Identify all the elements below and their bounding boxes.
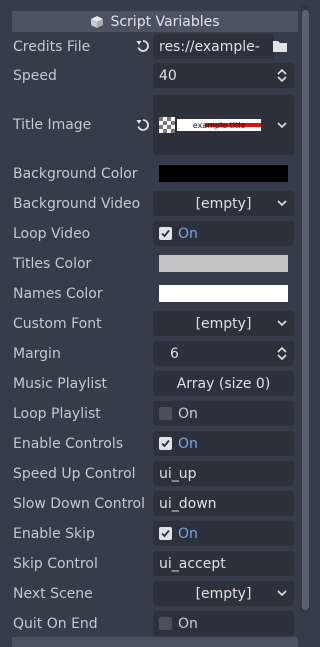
skip-control-field[interactable]: ui_accept	[153, 551, 294, 576]
row-music-playlist: Music Playlist Array (size 0)	[0, 371, 301, 396]
custom-font-value: [empty]	[195, 315, 252, 332]
speed-value: 40	[159, 67, 177, 84]
margin-label: Margin	[13, 345, 61, 362]
speed-up-control-label: Speed Up Control	[13, 465, 136, 482]
chevron-down-icon[interactable]	[277, 318, 287, 328]
slow-down-control-field[interactable]: ui_down	[153, 491, 294, 516]
background-color-swatch[interactable]	[159, 165, 288, 182]
background-video-label: Background Video	[13, 195, 141, 212]
reset-icon[interactable]	[136, 118, 150, 132]
row-loop-playlist: Loop Playlist On	[0, 401, 301, 426]
title-image-thumbnail-text: example title	[192, 120, 246, 130]
music-playlist-label: Music Playlist	[13, 375, 108, 392]
inspector-panel: Script Variables Credits File res://exam…	[0, 0, 301, 647]
speed-up-control-value: ui_up	[159, 465, 197, 482]
music-playlist-value: Array (size 0)	[176, 375, 271, 392]
checkbox-icon[interactable]	[159, 407, 172, 420]
row-names-color: Names Color	[0, 281, 301, 306]
loop-playlist-label: Loop Playlist	[13, 405, 101, 422]
custom-font-label: Custom Font	[13, 315, 102, 332]
row-quit-on-end: Quit On End On	[0, 611, 301, 636]
enable-skip-state: On	[178, 525, 198, 542]
row-speed-up-control: Speed Up Control ui_up	[0, 461, 301, 486]
spinner-icon[interactable]	[277, 68, 287, 83]
checkbox-icon[interactable]	[159, 437, 172, 450]
loop-playlist-checkbox[interactable]: On	[153, 401, 294, 426]
custom-font-picker[interactable]: [empty]	[153, 311, 294, 336]
row-slow-down-control: Slow Down Control ui_down	[0, 491, 301, 516]
speed-spinbox[interactable]: 40	[153, 63, 294, 88]
loop-video-state: On	[178, 225, 198, 242]
background-video-value: [empty]	[195, 195, 252, 212]
row-next-scene: Next Scene [empty]	[0, 581, 301, 606]
reset-icon[interactable]	[136, 39, 150, 53]
folder-icon[interactable]	[270, 37, 290, 55]
next-scene-value: [empty]	[195, 585, 252, 602]
credits-file-label: Credits File	[13, 38, 91, 55]
row-enable-controls: Enable Controls On	[0, 431, 301, 456]
next-section-header[interactable]	[12, 637, 298, 647]
row-background-color: Background Color	[0, 161, 301, 186]
row-credits-file: Credits File res://example-	[0, 34, 301, 59]
music-playlist-array-button[interactable]: Array (size 0)	[153, 371, 294, 396]
enable-skip-checkbox[interactable]: On	[153, 521, 294, 546]
titles-color-swatch[interactable]	[159, 255, 288, 272]
slow-down-control-label: Slow Down Control	[13, 495, 145, 512]
row-margin: Margin 6	[0, 341, 301, 366]
quit-on-end-checkbox[interactable]: On	[153, 611, 294, 636]
checkbox-icon[interactable]	[159, 617, 172, 630]
skip-control-value: ui_accept	[159, 555, 226, 572]
quit-on-end-label: Quit On End	[13, 615, 98, 632]
chevron-down-icon[interactable]	[277, 588, 287, 598]
row-titles-color: Titles Color	[0, 251, 301, 276]
titles-color-label: Titles Color	[13, 255, 92, 272]
row-skip-control: Skip Control ui_accept	[0, 551, 301, 576]
margin-spinbox[interactable]: 6	[153, 341, 294, 366]
background-video-picker[interactable]: [empty]	[153, 191, 294, 216]
loop-video-checkbox[interactable]: On	[153, 221, 294, 246]
chevron-down-icon[interactable]	[277, 120, 287, 130]
script-variables-header[interactable]: Script Variables	[12, 11, 298, 32]
enable-skip-label: Enable Skip	[13, 525, 95, 542]
quit-on-end-state: On	[178, 615, 198, 632]
background-color-label: Background Color	[13, 165, 138, 182]
title-image-thumbnail: example title	[177, 119, 261, 131]
enable-controls-state: On	[178, 435, 198, 452]
row-custom-font: Custom Font [empty]	[0, 311, 301, 336]
spinner-icon[interactable]	[277, 346, 287, 361]
row-enable-skip: Enable Skip On	[0, 521, 301, 546]
checker-preview-icon	[159, 117, 175, 133]
cube-icon	[91, 15, 104, 28]
loop-video-label: Loop Video	[13, 225, 91, 242]
title-image-label: Title Image	[13, 117, 92, 133]
skip-control-label: Skip Control	[13, 555, 98, 572]
chevron-down-icon[interactable]	[277, 198, 287, 208]
loop-playlist-state: On	[178, 405, 198, 422]
names-color-swatch[interactable]	[159, 285, 288, 302]
speed-up-control-field[interactable]: ui_up	[153, 461, 294, 486]
row-loop-video: Loop Video On	[0, 221, 301, 246]
credits-file-value: res://example-	[159, 38, 260, 55]
credits-file-path-field[interactable]: res://example-	[153, 34, 274, 59]
next-scene-label: Next Scene	[13, 585, 93, 602]
next-scene-picker[interactable]: [empty]	[153, 581, 294, 606]
margin-value: 6	[170, 345, 179, 362]
checkbox-icon[interactable]	[159, 227, 172, 240]
section-title: Script Variables	[110, 13, 220, 30]
title-image-texture-picker[interactable]: example title	[153, 95, 294, 155]
enable-controls-checkbox[interactable]: On	[153, 431, 294, 456]
scrollbar-thumb[interactable]	[302, 10, 309, 610]
row-title-image: Title Image example title	[0, 95, 301, 155]
names-color-label: Names Color	[13, 285, 103, 302]
speed-label: Speed	[13, 67, 57, 84]
enable-controls-label: Enable Controls	[13, 435, 124, 452]
checkbox-icon[interactable]	[159, 527, 172, 540]
row-background-video: Background Video [empty]	[0, 191, 301, 216]
row-speed: Speed 40	[0, 63, 301, 88]
slow-down-control-value: ui_down	[159, 495, 217, 512]
